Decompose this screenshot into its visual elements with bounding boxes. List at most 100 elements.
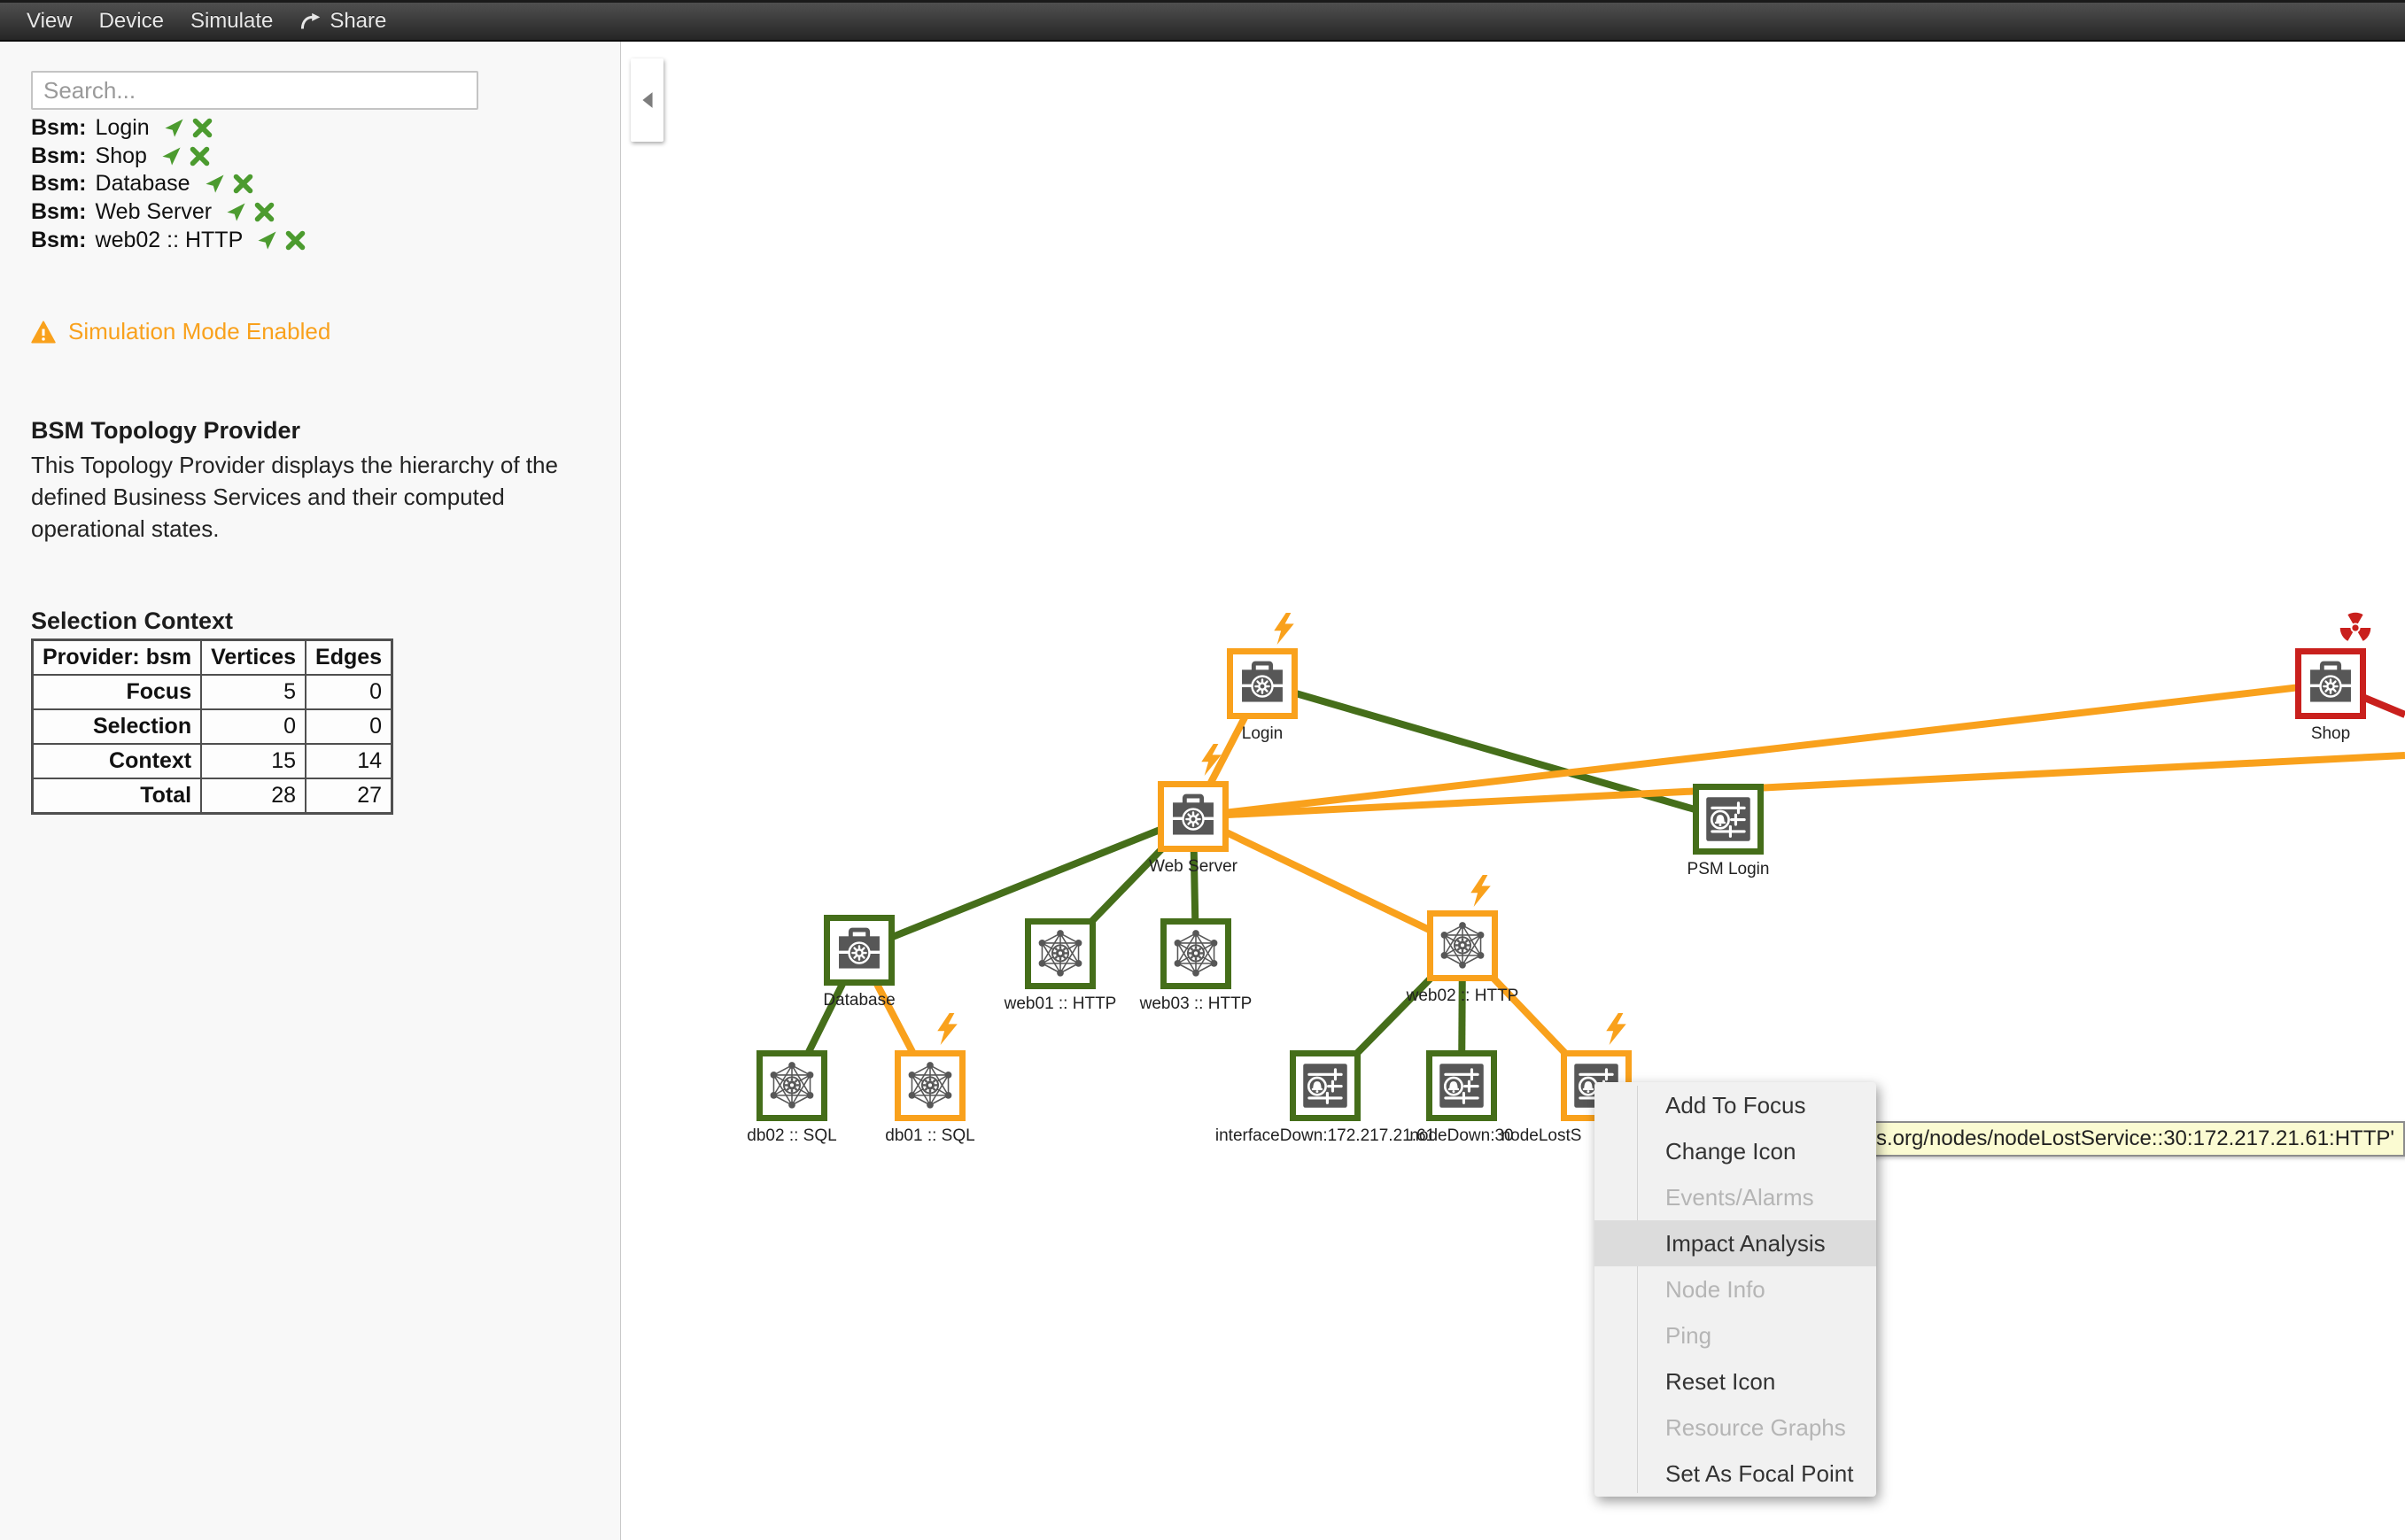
- focus-item-prefix: Bsm:: [31, 143, 87, 169]
- node-login[interactable]: [1227, 648, 1298, 719]
- selection-context-title: Selection Context: [31, 607, 233, 635]
- node-database[interactable]: [824, 915, 895, 986]
- edges-value: 0: [306, 675, 392, 709]
- node-web03-http[interactable]: [1160, 918, 1231, 989]
- focus-item-prefix: Bsm:: [31, 199, 87, 225]
- node-web-server[interactable]: [1158, 781, 1229, 852]
- row-label: Total: [33, 778, 202, 814]
- focus-item-web02-http: Bsm: web02 :: HTTP: [31, 226, 314, 254]
- context-menu-item-change-icon[interactable]: Change Icon: [1594, 1128, 1876, 1174]
- table-row-context: Context1514: [33, 744, 392, 778]
- focus-item-database: Bsm: Database: [31, 170, 314, 198]
- topology-app: View Device Simulate Share Bsm: Login Bsm: Sho…: [0, 0, 2405, 1540]
- simulation-mode-notice: Simulation Mode Enabled: [31, 318, 330, 345]
- provider-description: This Topology Provider displays the hier…: [31, 449, 591, 545]
- node-label-web03-http: web03 :: HTTP: [1045, 994, 1346, 1014]
- lightning-bolt-icon: [1199, 744, 1223, 780]
- vertices-value: 15: [201, 744, 306, 778]
- navigate-to-icon[interactable]: [205, 174, 225, 194]
- row-label: Focus: [33, 675, 202, 709]
- lightning-bolt-icon: [1272, 613, 1296, 649]
- menu-item-label: View: [27, 9, 73, 34]
- remove-from-focus-icon[interactable]: [190, 146, 210, 166]
- node-interface-down[interactable]: [1290, 1050, 1361, 1121]
- navigate-to-icon[interactable]: [161, 146, 182, 166]
- sidebar-collapse-button[interactable]: [631, 58, 663, 142]
- context-menu: Add To FocusChange IconEvents/AlarmsImpa…: [1594, 1082, 1876, 1497]
- navigate-to-icon[interactable]: [226, 202, 246, 222]
- simulation-mode-label: Simulation Mode Enabled: [68, 318, 330, 345]
- edges-value: 27: [306, 778, 392, 814]
- context-menu-item-ping: Ping: [1594, 1312, 1876, 1358]
- menu-item-share[interactable]: Share: [299, 9, 386, 34]
- edge-login-psm-login[interactable]: [1262, 684, 1728, 819]
- edges-value: 14: [306, 744, 392, 778]
- menu-item-label: Device: [99, 9, 164, 34]
- share-arrow-icon: [299, 12, 322, 31]
- vertices-value: 5: [201, 675, 306, 709]
- focus-item-name: web02 :: HTTP: [96, 228, 244, 253]
- node-label-web02-http: web02 :: HTTP: [1312, 987, 1613, 1006]
- table-row-total: Total2827: [33, 778, 392, 814]
- remove-from-focus-icon[interactable]: [192, 118, 213, 138]
- navigate-to-icon[interactable]: [257, 230, 277, 251]
- selection-context-table: Provider: bsmVerticesEdgesFocus50Selecti…: [31, 638, 393, 815]
- node-label-psm-login: PSM Login: [1578, 860, 1879, 879]
- molecule-icon: [904, 1060, 956, 1111]
- context-menu-item-add-to-focus[interactable]: Add To Focus: [1594, 1082, 1876, 1128]
- context-menu-item-events-alarms: Events/Alarms: [1594, 1174, 1876, 1220]
- warning-icon: [31, 321, 56, 344]
- edge-web-server-web02-http[interactable]: [1193, 816, 1462, 946]
- sidebar: Bsm: Login Bsm: Shop Bsm: Database Bsm: Web Ser…: [0, 42, 621, 1540]
- focus-item-name: Database: [96, 171, 190, 197]
- row-label: Context: [33, 744, 202, 778]
- chevron-left-icon: [641, 91, 654, 109]
- lightning-bolt-icon: [935, 1013, 959, 1049]
- menu-item-simulate[interactable]: Simulate: [190, 9, 273, 34]
- navigate-to-icon[interactable]: [164, 118, 184, 138]
- context-menu-item-resource-graphs: Resource Graphs: [1594, 1405, 1876, 1451]
- table-row-selection: Selection00: [33, 709, 392, 744]
- focus-item-prefix: Bsm:: [31, 228, 87, 253]
- molecule-icon: [1437, 920, 1488, 971]
- briefcase-icon: [834, 925, 885, 976]
- node-label-web-server: Web Server: [1043, 857, 1344, 877]
- remove-from-focus-icon[interactable]: [285, 230, 306, 251]
- edge-web-server-offscreen[interactable]: [1193, 755, 2405, 816]
- focus-item-name: Web Server: [96, 199, 213, 225]
- menu-item-device[interactable]: Device: [99, 9, 164, 34]
- context-menu-item-reset-icon[interactable]: Reset Icon: [1594, 1358, 1876, 1405]
- radiation-icon: [2335, 607, 2376, 653]
- focus-list: Bsm: Login Bsm: Shop Bsm: Database Bsm: Web Ser…: [31, 114, 314, 254]
- context-menu-item-set-as-focal-point[interactable]: Set As Focal Point: [1594, 1451, 1876, 1497]
- remove-from-focus-icon[interactable]: [254, 202, 275, 222]
- column-header-provider-bsm: Provider: bsm: [33, 640, 202, 676]
- context-menu-item-impact-analysis[interactable]: Impact Analysis: [1594, 1220, 1876, 1266]
- top-menu-bar: View Device Simulate Share: [0, 0, 2405, 42]
- search-input[interactable]: [31, 71, 478, 110]
- molecule-icon: [1035, 928, 1086, 979]
- remove-from-focus-icon[interactable]: [233, 174, 253, 194]
- column-header-vertices: Vertices: [201, 640, 306, 676]
- focus-item-prefix: Bsm:: [31, 171, 87, 197]
- molecule-icon: [766, 1060, 818, 1111]
- node-web01-http[interactable]: [1025, 918, 1096, 989]
- table-row-focus: Focus50: [33, 675, 392, 709]
- node-db01-sql[interactable]: [895, 1050, 966, 1121]
- focus-item-prefix: Bsm:: [31, 115, 87, 141]
- briefcase-icon: [1237, 658, 1288, 709]
- briefcase-icon: [1168, 791, 1219, 842]
- node-db02-sql[interactable]: [756, 1050, 827, 1121]
- focus-item-name: Shop: [96, 143, 147, 169]
- vertices-value: 28: [201, 778, 306, 814]
- menu-item-view[interactable]: View: [27, 9, 73, 34]
- vertices-value: 0: [201, 709, 306, 744]
- table-header-row: Provider: bsmVerticesEdges: [33, 640, 392, 676]
- vertex-tooltip-text: s.org/nodes/nodeLostService::30:172.217.…: [1876, 1126, 2394, 1150]
- node-node-down[interactable]: [1426, 1050, 1497, 1121]
- node-web02-http[interactable]: [1427, 910, 1498, 981]
- lightning-bolt-icon: [1469, 875, 1493, 911]
- node-shop[interactable]: [2295, 648, 2366, 719]
- node-psm-login[interactable]: [1693, 784, 1764, 855]
- focus-item-name: Login: [96, 115, 150, 141]
